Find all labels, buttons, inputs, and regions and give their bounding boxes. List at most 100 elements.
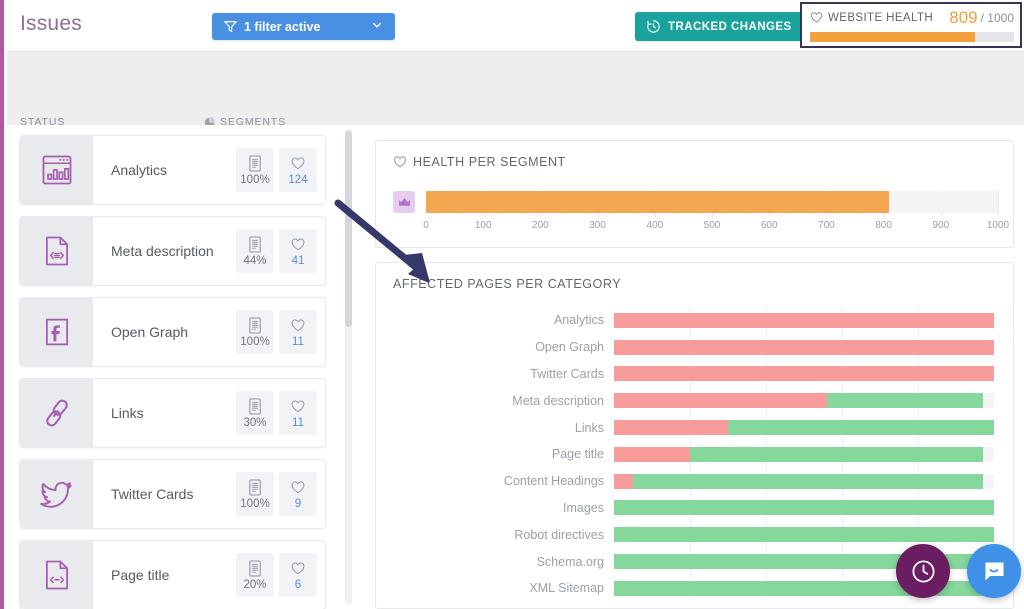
affected-pages-bar-row[interactable]: Images [376,495,1015,522]
page-left-edge-inner [4,0,7,609]
heart-icon [290,559,306,578]
axis-tick-label: 200 [532,220,549,231]
issue-likes-count: 9 [294,498,302,510]
health-segment-axis: 0 100 200 300 400 500 600 700 800 900 1000 [423,220,1009,234]
issue-card[interactable]: Meta description 44% 41 [19,216,326,286]
chevron-down-icon [371,19,383,34]
tracked-changes-button[interactable]: TRACKED CHANGES [635,12,806,41]
issue-pages-percent: 44% [243,255,267,267]
issue-pages-stat[interactable]: 100% [236,472,274,516]
filter-active-button[interactable]: 1 filter active [212,13,395,40]
affected-pages-bar-label: Images [563,500,604,515]
issue-pages-stat[interactable]: 20% [236,553,274,597]
issue-card[interactable]: Open Graph 100% 11 [19,297,326,367]
issue-likes-stat[interactable]: 9 [279,472,317,516]
affected-pages-bar-row[interactable]: Twitter Cards [376,361,1015,388]
issue-likes-count: 11 [292,336,304,348]
affected-bar-segment [614,366,994,382]
issue-card[interactable]: Twitter Cards 100% 9 [19,459,326,529]
history-fab-button[interactable] [896,544,950,598]
heart-icon [290,154,306,173]
axis-tick-label: 0 [423,220,429,231]
website-health-progress-fill [810,32,976,42]
issue-card-name: Twitter Cards [111,486,194,502]
issue-pages-stat[interactable]: 30% [236,391,274,435]
document-icon [248,478,263,497]
affected-pages-title: AFFECTED PAGES PER CATEGORY [393,277,621,291]
healthy-bar-segment [633,473,983,489]
filter-button-label: 1 filter active [244,19,321,34]
axis-tick-label: 700 [818,220,835,231]
issue-likes-count: 11 [292,417,304,429]
affected-pages-bar-track [614,393,994,409]
issue-card-stats: 100% 124 [231,148,325,192]
issue-pages-percent: 20% [243,579,267,591]
affected-pages-bar-row[interactable]: Meta description [376,387,1015,414]
gridline [998,189,999,217]
issue-card-name: Open Graph [111,324,189,340]
link-icon [20,379,93,447]
issues-scrollbar-thumb[interactable] [345,131,352,327]
healthy-bar-segment [614,500,994,516]
affected-bar-segment [614,393,827,409]
issue-card-name: Links [111,405,144,421]
affected-pages-bar-row[interactable]: Page title [376,441,1015,468]
issue-card-stats: 100% 11 [231,310,325,354]
affected-bar-segment [614,446,690,462]
issue-card-stats: 20% 6 [231,553,325,597]
issue-pages-percent: 30% [243,417,267,429]
issue-card[interactable]: Page title 20% 6 [19,540,326,609]
affected-pages-bar-row[interactable]: Links [376,414,1015,441]
funnel-icon [224,20,237,33]
healthy-bar-segment [728,420,994,436]
issue-likes-stat[interactable]: 6 [279,553,317,597]
axis-tick-label: 400 [646,220,664,231]
issue-pages-stat[interactable]: 100% [236,310,274,354]
issue-pages-stat[interactable]: 100% [236,148,274,192]
affected-pages-bar-row[interactable]: Analytics [376,307,1015,334]
affected-pages-bar-track [614,527,994,543]
issue-card-name: Analytics [111,162,168,178]
affected-bar-segment [614,473,633,489]
heart-icon [393,155,407,169]
issue-card-stats: 100% 9 [231,472,325,516]
issues-page: Issues 1 filter active TRACKED CHANGES W… [0,0,1024,609]
heart-icon [810,11,823,24]
affected-bar-segment [614,339,994,355]
issue-likes-stat[interactable]: 124 [279,148,317,192]
issue-pages-percent: 100% [240,174,270,186]
website-health-panel[interactable]: WEBSITE HEALTH 809 / 1000 [800,2,1022,48]
page-title: Issues [20,12,82,35]
affected-pages-bar-track [614,420,994,436]
affected-pages-bar-row[interactable]: Content Headings [376,468,1015,495]
healthy-bar-segment [690,446,983,462]
clock-icon [646,19,661,34]
health-per-segment-card: HEALTH PER SEGMENT 0 100 200 300 400 500 600 70… [375,140,1014,248]
issue-card[interactable]: Links 30% 11 [19,378,326,448]
issue-pages-percent: 100% [240,336,270,348]
document-icon [248,397,263,416]
issue-likes-stat[interactable]: 41 [279,229,317,273]
affected-pages-bar-track [614,312,994,328]
meta-description-icon [20,217,93,285]
affected-pages-bar-label: XML Sitemap [529,581,604,596]
website-health-score: 809 [949,7,978,27]
chat-fab-button[interactable] [967,544,1021,598]
issue-likes-stat[interactable]: 11 [279,310,317,354]
tracked-changes-label: TRACKED CHANGES [668,20,792,33]
health-per-segment-title-text: HEALTH PER SEGMENT [413,155,566,169]
issue-pages-percent: 100% [240,498,270,510]
document-icon [248,235,263,254]
page-title-icon [20,541,93,609]
affected-pages-bar-row[interactable]: Open Graph [376,334,1015,361]
issues-list: Analytics 100% 124 Meta description 44% 41 Ope… [7,125,340,609]
segment-crown-badge [393,191,415,213]
issue-pages-stat[interactable]: 44% [236,229,274,273]
health-segment-row: 0 100 200 300 400 500 600 700 800 900 1000 [393,189,1009,231]
axis-tick-label: 900 [932,220,950,231]
issue-card[interactable]: Analytics 100% 124 [19,135,326,205]
issue-card-name: Meta description [111,243,214,259]
health-segment-track [426,191,998,213]
website-health-progress-track [810,32,1014,42]
issue-likes-stat[interactable]: 11 [279,391,317,435]
